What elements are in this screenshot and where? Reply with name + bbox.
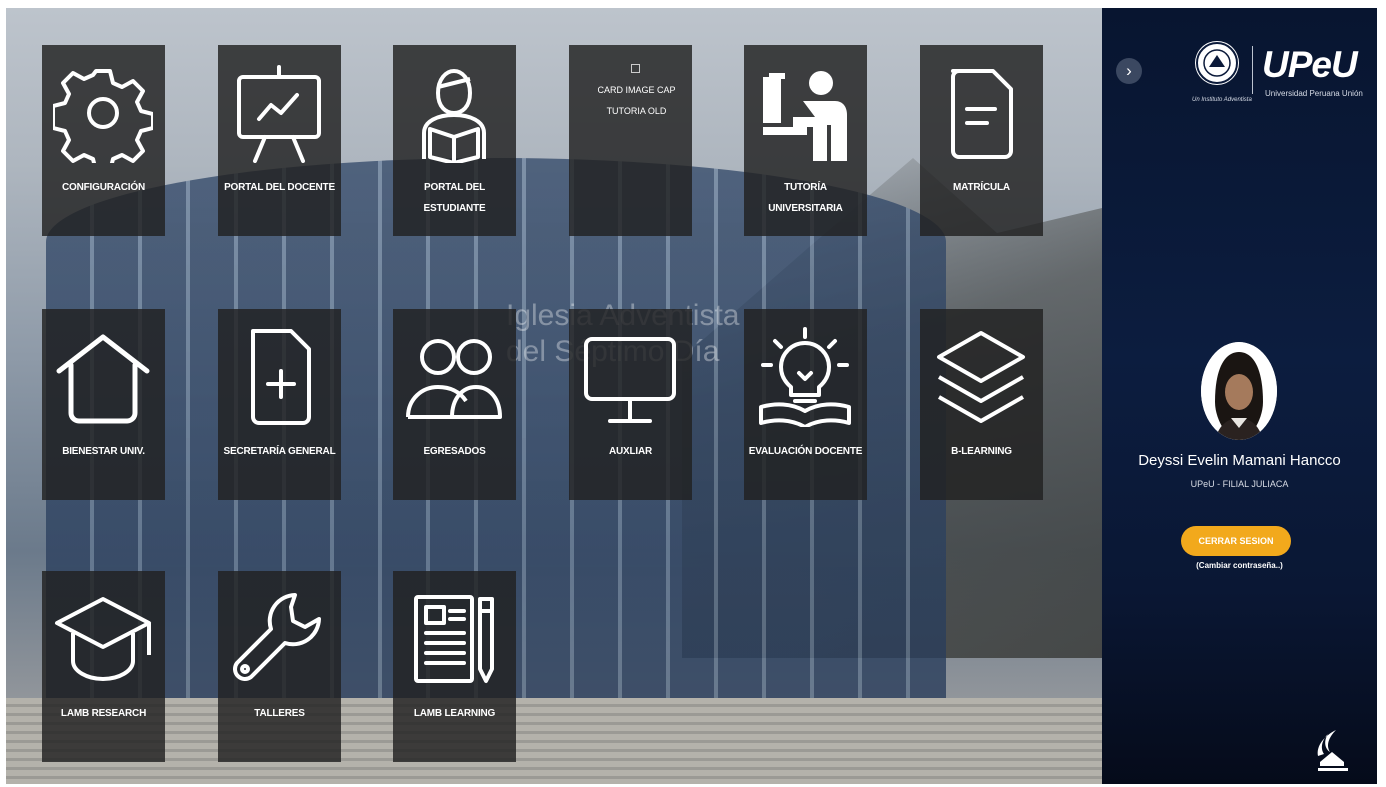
notepad-pen-icon (414, 595, 494, 683)
graduation-cap-icon (55, 597, 151, 681)
sidebar-toggle-button[interactable]: › (1116, 58, 1142, 84)
tile-label: MATRÍCULA (953, 182, 1010, 193)
house-icon (56, 334, 150, 424)
monitor-icon (584, 337, 676, 423)
tile-evaluacion-docente[interactable]: EVALUACIÓN DOCENTE (744, 309, 867, 500)
stairs-shape (6, 698, 1102, 784)
tile-matricula[interactable]: MATRÍCULA (920, 45, 1043, 236)
tile-label: CONFIGURACIÓN (62, 182, 145, 193)
adventist-church-icon (1317, 730, 1348, 771)
logo-separator (1252, 46, 1253, 94)
tile-tutoria-universitaria[interactable]: TUTORÍA UNIVERSITARIA (744, 45, 867, 236)
tile-label: BIENESTAR UNIV. (62, 446, 145, 457)
upeu-logo-subtitle: Universidad Peruana Unión (1265, 89, 1363, 98)
tile-label: TUTORÍA UNIVERSITARIA (768, 182, 843, 214)
tile-talleres[interactable]: TALLERES (218, 571, 341, 762)
student-reading-icon (422, 69, 486, 163)
file-add-icon (251, 329, 311, 425)
tile-label: B-LEARNING (951, 446, 1012, 457)
tile-label: LAMB RESEARCH (60, 708, 147, 719)
lightbulb-book-icon (759, 327, 851, 427)
tile-tutoria-old[interactable]: CARD IMAGE CAP TUTORIA OLD (569, 45, 692, 236)
tile-label: EVALUACIÓN DOCENTE (748, 446, 863, 457)
dashboard: Iglesia Adventista del Séptimo Día CONFI… (6, 8, 1377, 784)
tile-bienestar[interactable]: BIENESTAR UNIV. (42, 309, 165, 500)
teacher-icon (763, 71, 847, 161)
user-sidebar: › UPeU Universidad Peruana Unión Un Inst… (1102, 8, 1377, 784)
tile-portal-docente[interactable]: PORTAL DEL DOCENTE (218, 45, 341, 236)
tile-label: LAMB LEARNING (413, 708, 496, 719)
tile-label: TUTORIA OLD (606, 106, 667, 116)
tile-label: AUXLIAR (608, 446, 653, 457)
tile-configuracion[interactable]: CONFIGURACIÓN (42, 45, 165, 236)
avatar (1201, 342, 1277, 440)
user-name: Deyssi Evelin Mamani Hancco (1138, 452, 1341, 469)
tile-label: EGRESADOS (423, 446, 486, 457)
layers-icon (937, 331, 1025, 423)
tile-label: PORTAL DEL ESTUDIANTE (423, 182, 486, 214)
tile-b-learning[interactable]: B-LEARNING (920, 309, 1043, 500)
broken-image-alt: CARD IMAGE CAP TUTORIA OLD (585, 59, 688, 122)
people-icon (406, 339, 502, 419)
broken-image-alt-text: CARD IMAGE CAP (597, 85, 676, 95)
gear-icon (53, 69, 153, 163)
wrench-icon (233, 593, 321, 681)
tile-egresados[interactable]: EGRESADOS (393, 309, 516, 500)
change-password-link[interactable]: (Cambiar contraseña..) (1102, 561, 1377, 570)
tile-secretaria[interactable]: SECRETARÍA GENERAL (218, 309, 341, 500)
upeu-logo-text: UPeU (1262, 44, 1358, 85)
tile-portal-estudiante[interactable]: PORTAL DEL ESTUDIANTE (393, 45, 516, 236)
logout-button[interactable]: CERRAR SESION (1181, 526, 1291, 556)
upeu-seal-icon (1195, 41, 1239, 85)
document-icon (951, 69, 1013, 159)
tile-auxliar[interactable]: AUXLIAR (569, 309, 692, 500)
upeu-logo-motto: Un Instituto Adventista (1192, 97, 1252, 103)
tile-lamb-learning[interactable]: LAMB LEARNING (393, 571, 516, 762)
tile-label: SECRETARÍA GENERAL (223, 446, 336, 457)
tile-label: TALLERES (254, 708, 305, 719)
user-campus: UPeU - FILIAL JULIACA (1190, 479, 1289, 489)
presentation-board-icon (237, 65, 321, 163)
tile-label: PORTAL DEL DOCENTE (224, 182, 335, 193)
tile-lamb-research[interactable]: LAMB RESEARCH (42, 571, 165, 762)
